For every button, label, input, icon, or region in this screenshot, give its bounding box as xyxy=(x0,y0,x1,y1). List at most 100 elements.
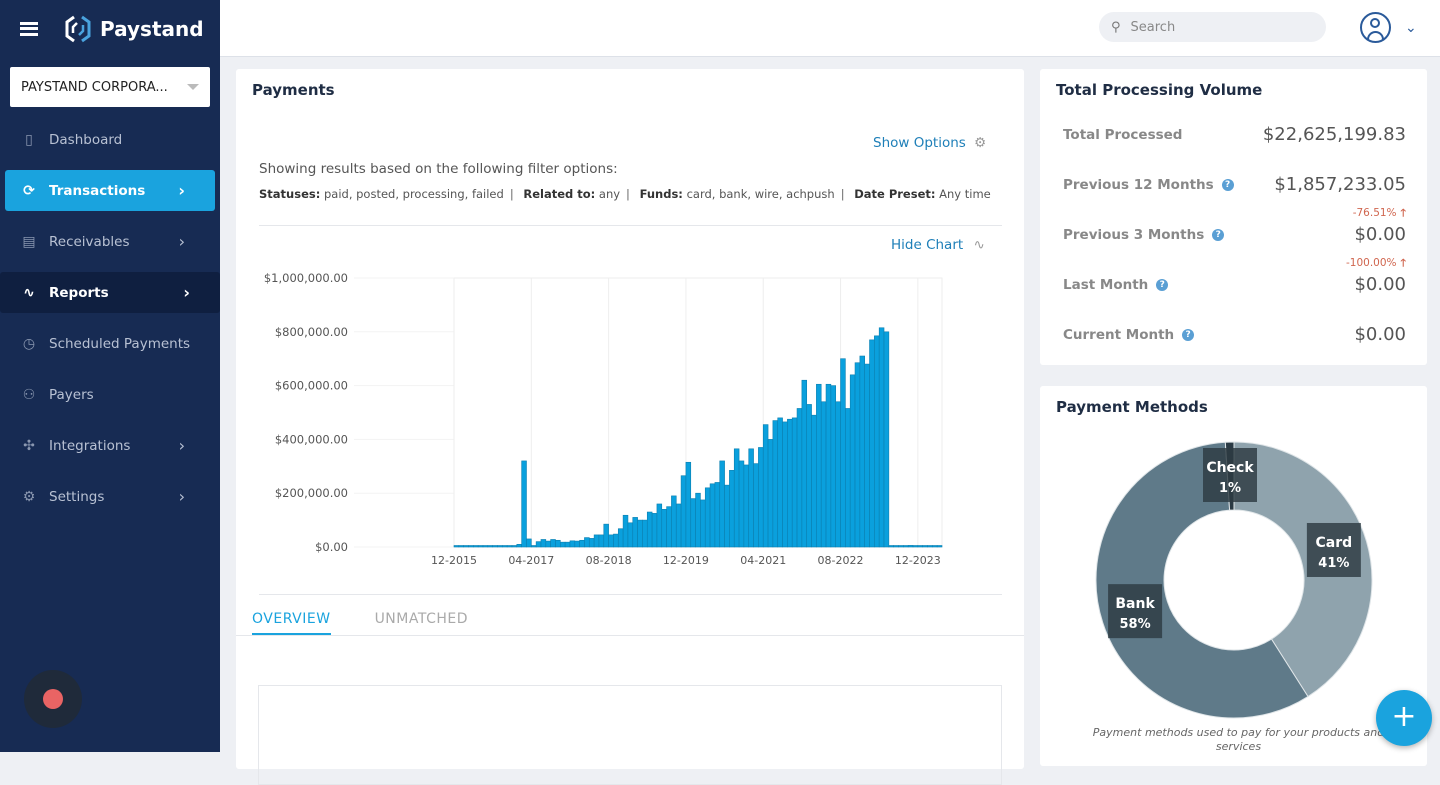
divider xyxy=(259,594,1002,595)
bar xyxy=(617,528,624,548)
bar xyxy=(526,538,532,548)
bar xyxy=(932,545,938,548)
bar xyxy=(531,545,537,548)
bar xyxy=(477,545,484,548)
tab-overview[interactable]: OVERVIEW xyxy=(252,611,331,636)
bar xyxy=(613,533,619,548)
tpv-change: -76.51% 🡑 xyxy=(1353,205,1406,223)
bar xyxy=(540,539,547,548)
slice-label-check: Check 1% xyxy=(1203,448,1257,502)
bar xyxy=(458,545,464,548)
bar xyxy=(767,439,774,548)
top-bar: ⚲ Search ⌄ xyxy=(220,0,1440,57)
bar xyxy=(516,544,522,548)
menu-icon[interactable] xyxy=(20,21,38,36)
users-icon: ⚇ xyxy=(22,386,36,403)
sidebar-item-receivables[interactable]: ▤ Receivables › xyxy=(5,221,215,262)
bar xyxy=(550,539,556,548)
arrow-up-icon: 🡑 xyxy=(1400,207,1406,219)
sidebar-item-dashboard[interactable]: ▯ Dashboard xyxy=(5,119,215,160)
chevron-right-icon: › xyxy=(178,436,185,455)
bar xyxy=(714,482,721,548)
tpv-row-3m: Previous 3 Months? $0.00 xyxy=(1063,224,1406,245)
tpv-label: Last Month xyxy=(1063,276,1149,293)
help-icon[interactable]: ? xyxy=(1156,278,1169,291)
payments-tabs: OVERVIEW UNMATCHED xyxy=(252,611,512,636)
bar xyxy=(777,417,783,548)
x-tick-label: 12-2019 xyxy=(663,554,709,567)
dashboard-icon: ▯ xyxy=(25,131,33,148)
sidebar-item-label: Integrations xyxy=(49,437,131,454)
bar xyxy=(782,421,788,548)
slice-name: Card xyxy=(1316,535,1353,551)
show-options-button[interactable]: Show Options ⚙ xyxy=(873,135,986,151)
bar xyxy=(545,540,551,548)
filter-value: paid, posted, processing, failed xyxy=(323,187,504,201)
chevron-right-icon: › xyxy=(183,283,190,302)
bar xyxy=(497,545,503,548)
sidebar-item-transactions[interactable]: ⟳ Transactions › xyxy=(5,170,215,211)
tpv-value: $1,857,233.05 xyxy=(1274,174,1406,195)
bar xyxy=(806,404,812,548)
payments-bar-chart: $0.00 $200,000.00 $400,000.00 $600,000.00 $8… xyxy=(264,271,943,567)
bar xyxy=(801,379,808,548)
help-icon[interactable]: ? xyxy=(1182,328,1195,341)
chevron-right-icon: › xyxy=(178,487,185,506)
bar xyxy=(511,545,518,548)
add-button[interactable]: + xyxy=(1376,690,1432,746)
bar xyxy=(922,545,928,548)
hide-chart-button[interactable]: Hide Chart ∿ xyxy=(891,237,985,253)
bar xyxy=(830,385,837,548)
x-tick-label: 04-2021 xyxy=(740,554,786,567)
help-icon[interactable]: ? xyxy=(1212,228,1225,241)
scrollbar[interactable] xyxy=(1428,57,1440,752)
bar xyxy=(598,534,605,548)
bar xyxy=(506,545,513,548)
sidebar-item-payers[interactable]: ⚇ Payers xyxy=(5,374,215,415)
bar xyxy=(704,487,711,548)
bar xyxy=(903,545,909,548)
tab-unmatched[interactable]: UNMATCHED xyxy=(375,611,468,636)
org-selector[interactable]: PAYSTAND CORPORA... xyxy=(10,67,210,107)
help-icon[interactable]: ? xyxy=(1221,178,1234,191)
sidebar-item-scheduled-payments[interactable]: ◷ Scheduled Payments xyxy=(5,323,215,364)
gear-icon: ⚙ xyxy=(22,488,36,505)
bar xyxy=(820,401,827,548)
arrow-up-icon: 🡑 xyxy=(1400,257,1406,269)
bar xyxy=(685,461,692,548)
filter-value: any xyxy=(598,187,621,201)
chevron-right-icon: › xyxy=(178,181,185,200)
search-input[interactable]: ⚲ Search xyxy=(1099,12,1326,42)
filter-key: Statuses: xyxy=(259,187,321,201)
sidebar-item-label: Settings xyxy=(49,488,105,505)
bar xyxy=(927,545,933,548)
x-tick-label: 08-2022 xyxy=(818,554,864,567)
bar xyxy=(473,545,479,548)
chevron-down-icon: ⌄ xyxy=(1405,19,1417,36)
bar xyxy=(680,475,687,548)
sidebar-item-integrations[interactable]: ✣ Integrations › xyxy=(5,425,215,466)
bar xyxy=(719,460,725,548)
bar xyxy=(729,470,735,548)
sidebar-item-label: Dashboard xyxy=(49,131,123,148)
plus-icon: + xyxy=(1391,699,1417,734)
tpv-row-current-month: Current Month? $0.00 xyxy=(1063,324,1406,345)
show-options-label: Show Options xyxy=(873,135,966,151)
logo[interactable]: Paystand xyxy=(64,14,204,44)
brand-name: Paystand xyxy=(100,16,204,41)
document-icon: ▤ xyxy=(22,233,36,250)
slice-percent: 41% xyxy=(1318,556,1349,571)
payments-card: Payments Show Options ⚙ Showing results … xyxy=(236,69,1024,785)
bar xyxy=(502,545,508,548)
record-button[interactable] xyxy=(24,670,82,728)
sidebar-item-reports[interactable]: ∿ Reports › xyxy=(0,272,220,313)
y-tick-label: $1,000,000.00 xyxy=(264,271,348,285)
bar xyxy=(825,383,832,548)
bar xyxy=(535,541,542,548)
sidebar-item-settings[interactable]: ⚙ Settings › xyxy=(5,476,215,517)
x-tick-label: 08-2018 xyxy=(586,554,632,567)
tpv-label: Current Month xyxy=(1063,326,1175,343)
bar xyxy=(936,545,943,548)
user-menu[interactable]: ⌄ xyxy=(1360,12,1417,43)
bar xyxy=(738,460,745,548)
